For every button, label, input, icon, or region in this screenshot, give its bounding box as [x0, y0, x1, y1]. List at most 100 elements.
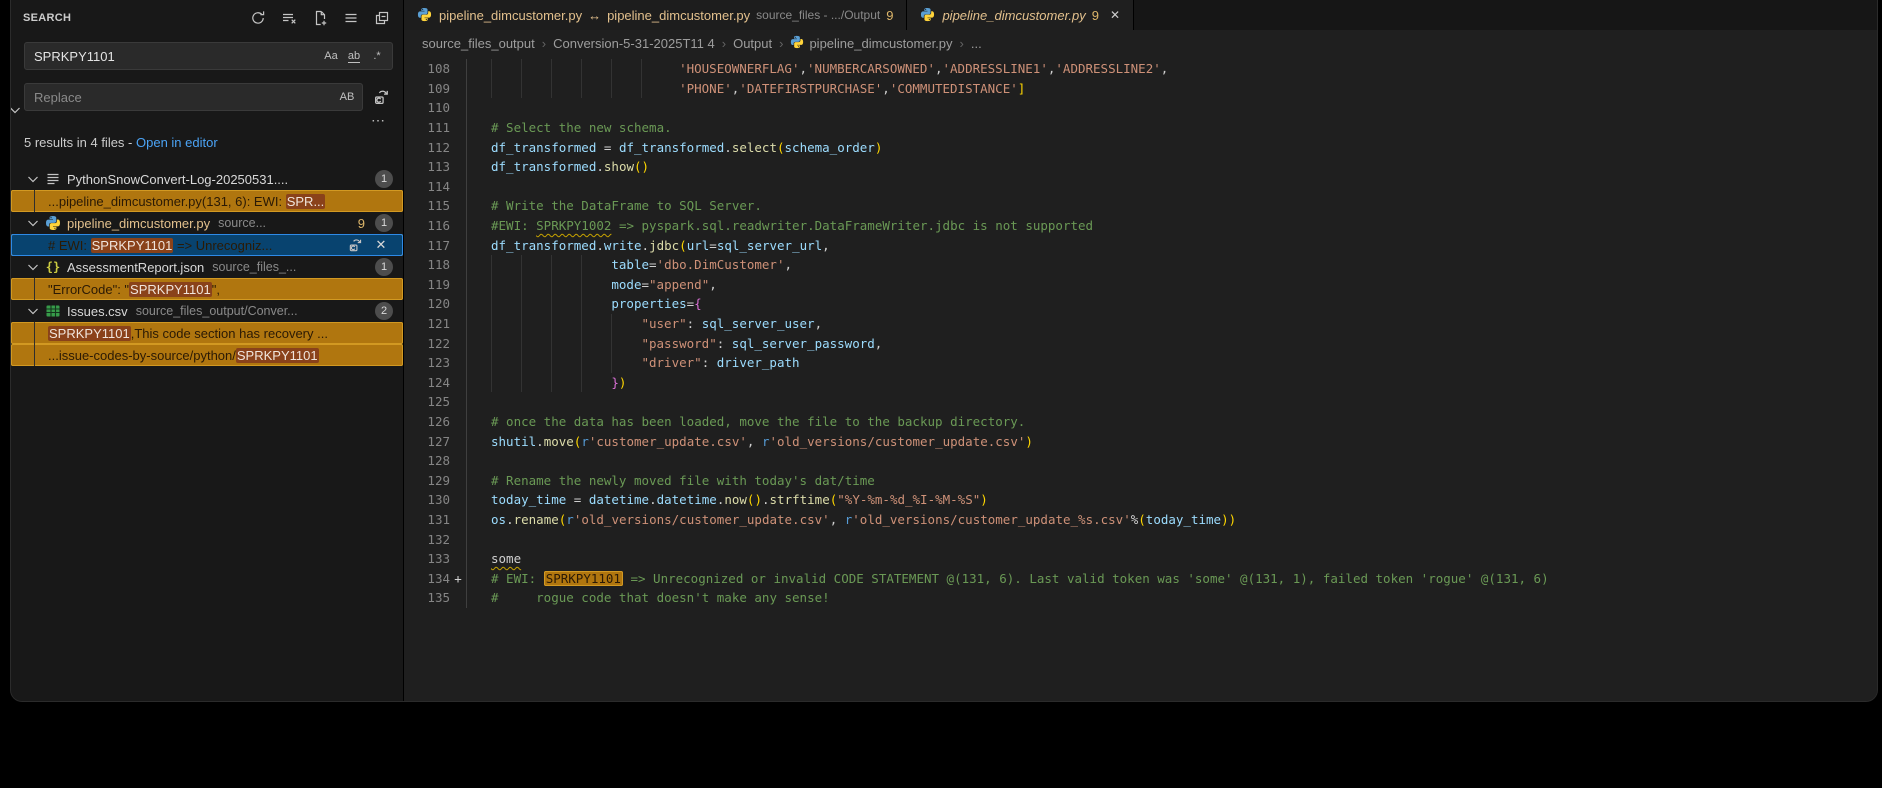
line-number: 110: [404, 100, 450, 115]
close-icon[interactable]: ✕: [1110, 8, 1120, 22]
code-token: r: [566, 512, 574, 527]
code-token: (): [634, 159, 649, 174]
code-token: ,: [830, 512, 845, 527]
open-in-editor-link[interactable]: Open in editor: [136, 135, 218, 150]
code-line: 132: [404, 529, 1877, 549]
regex-icon-glyph: .*: [373, 50, 380, 62]
code-token: sql_server_password: [732, 336, 875, 351]
match-text: "ErrorCode": "SPRKPY1101",: [48, 282, 220, 297]
line-number: 124: [404, 375, 450, 390]
indent-guide: [551, 255, 581, 275]
code-token: 'dbo.DimCustomer': [657, 257, 785, 272]
indent-guide: [491, 275, 521, 295]
code-token: mode: [611, 277, 641, 292]
code-token: =: [641, 277, 649, 292]
search-result-match-row[interactable]: # EWI: SPRKPY1101 => Unrecogniz...✕: [11, 234, 403, 256]
search-result-match-row[interactable]: SPRKPY1101,This code section has recover…: [11, 322, 403, 344]
line-number: 108: [404, 61, 450, 76]
python-icon: [920, 7, 936, 23]
code-token: 'old_versions/customer_update.csv': [770, 434, 1026, 449]
code-token: %: [1131, 512, 1139, 527]
code-content: # once the data has been loaded, move th…: [466, 412, 1025, 432]
search-input[interactable]: [34, 49, 318, 64]
match-count-badge: 2: [375, 302, 393, 320]
code-content: }): [466, 373, 626, 393]
diff-added-indicator: +: [450, 571, 466, 586]
code-content: [466, 98, 491, 118]
open-new-search-editor-icon[interactable]: [311, 9, 329, 27]
breadcrumb-item[interactable]: ...: [971, 36, 982, 51]
breadcrumb: source_files_output › Conversion-5-31-2025…: [404, 30, 1877, 56]
code-line: 113df_transformed.show(): [404, 157, 1877, 177]
search-result-match-row[interactable]: ...pipeline_dimcustomer.py(131, 6): EWI:…: [11, 190, 403, 212]
code-token: (: [574, 434, 582, 449]
replace-input[interactable]: [34, 90, 334, 105]
regex-icon[interactable]: .*: [367, 46, 387, 66]
code-content: # Rename the newly moved file with today…: [466, 470, 875, 490]
chevron-down-icon[interactable]: [25, 171, 41, 187]
code-line: 126# once the data has been loaded, move…: [404, 412, 1877, 432]
breadcrumb-separator: ›: [542, 36, 546, 51]
collapse-all-icon[interactable]: [373, 9, 391, 27]
code-content: [466, 529, 491, 549]
toggle-replace-chevron-icon[interactable]: [10, 102, 23, 118]
search-result-match-row[interactable]: ...issue-codes-by-source/python/SPRKPY11…: [11, 344, 403, 366]
file-path-description: source...: [218, 216, 266, 230]
code-line: 130today_time = datetime.datetime.now().…: [404, 490, 1877, 510]
breadcrumb-item[interactable]: Conversion-5-31-2025T11 4: [553, 36, 715, 51]
code-token: ,: [935, 61, 943, 76]
match-highlight: SPRKPY1101: [48, 326, 131, 341]
code-token: }: [611, 375, 619, 390]
code-content: "user": sql_server_user,: [466, 314, 822, 334]
tab[interactable]: pipeline_dimcustomer.py↔pipeline_dimcust…: [404, 0, 907, 30]
indent-guide: [491, 79, 521, 99]
results-count-text: 5 results in 4 files: [24, 135, 124, 150]
code-line: 121"user": sql_server_user,: [404, 314, 1877, 334]
search-options: Aaab .*: [318, 46, 387, 66]
clear-search-results-icon[interactable]: [280, 9, 298, 27]
indent-guide: [521, 353, 551, 373]
search-result-file-row[interactable]: pipeline_dimcustomer.pysource...91: [11, 212, 403, 234]
indent-guide: [581, 314, 611, 334]
indent-guide: [491, 255, 521, 275]
code-token: # Rename the newly moved file with today…: [491, 473, 875, 488]
line-number: 118: [404, 257, 450, 272]
replace-icon[interactable]: [347, 237, 363, 253]
search-result-match-row[interactable]: "ErrorCode": "SPRKPY1101",: [11, 278, 403, 300]
whole-word-icon[interactable]: ab: [344, 46, 364, 66]
code-token: "password": [641, 336, 716, 351]
tab-active[interactable]: pipeline_dimcustomer.py9✕: [907, 0, 1134, 30]
indent-guide: [581, 79, 611, 99]
code-token: 'COMMUTEDISTANCE': [890, 81, 1018, 96]
chevron-down-icon[interactable]: [25, 259, 41, 275]
breadcrumb-item[interactable]: pipeline_dimcustomer.py: [790, 35, 952, 52]
breadcrumb-item[interactable]: source_files_output: [422, 36, 535, 51]
indent-guide: [641, 59, 671, 79]
code-line: 116#EWI: SPRKPY1002 => pyspark.sql.readw…: [404, 216, 1877, 236]
replace-all-button[interactable]: [369, 85, 393, 109]
match-case-icon[interactable]: Aa: [321, 46, 341, 66]
breadcrumb-label: pipeline_dimcustomer.py: [809, 36, 952, 51]
preserve-case-icon[interactable]: AB: [337, 87, 357, 107]
code-line: 114: [404, 177, 1877, 197]
indent-guide: [491, 314, 521, 334]
refresh-icon[interactable]: [249, 9, 267, 27]
editor-code-area[interactable]: 108'HOUSEOWNERFLAG','NUMBERCARSOWNED','A…: [404, 56, 1877, 701]
more-actions-icon[interactable]: ⋯: [371, 114, 387, 126]
code-token: ): [619, 375, 627, 390]
tab-file-name: pipeline_dimcustomer.py: [607, 8, 750, 23]
indent-guide: [491, 294, 521, 314]
chevron-down-icon[interactable]: [25, 215, 41, 231]
chevron-down-icon[interactable]: [25, 303, 41, 319]
search-result-file-row[interactable]: {}AssessmentReport.jsonsource_files_...1: [11, 256, 403, 278]
search-result-file-row[interactable]: Issues.csvsource_files_output/Conver...2: [11, 300, 403, 322]
code-token: driver_path: [717, 355, 800, 370]
code-line: 131os.rename(r'old_versions/customer_upd…: [404, 510, 1877, 530]
search-result-file-row[interactable]: PythonSnowConvert-Log-20250531....1: [11, 168, 403, 190]
dismiss-icon[interactable]: ✕: [373, 237, 389, 253]
breadcrumb-item[interactable]: Output: [733, 36, 772, 51]
code-token: ,: [875, 336, 883, 351]
indent-guide: [551, 275, 581, 295]
view-as-list-icon[interactable]: [342, 9, 360, 27]
results-summary: 5 results in 4 files - Open in editor: [11, 126, 403, 154]
